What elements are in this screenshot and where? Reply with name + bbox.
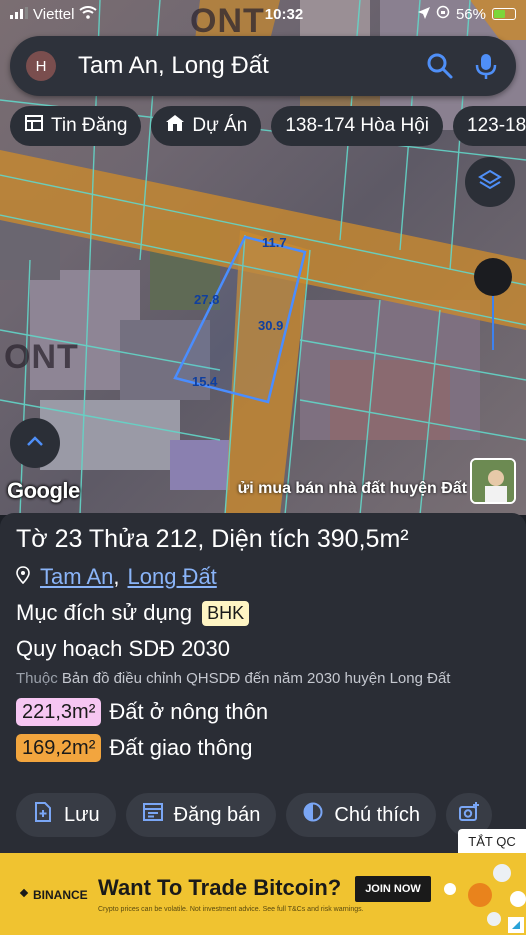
- microphone-icon[interactable]: [472, 52, 500, 80]
- location-link-ward[interactable]: Tam An: [40, 564, 113, 590]
- plot-dimension: 27.8: [194, 292, 220, 307]
- plot-dimension: 15.4: [192, 374, 218, 389]
- search-icon[interactable]: [426, 52, 454, 80]
- layers-button[interactable]: [465, 157, 515, 207]
- avatar[interactable]: H: [26, 51, 56, 81]
- map-attribution: Google: [7, 478, 80, 503]
- plan-source-text: Bản đồ điều chỉnh QHSDĐ đến năm 2030 huy…: [61, 670, 451, 687]
- zone-label: ONT: [4, 338, 79, 376]
- rotation-lock-icon: [436, 5, 450, 23]
- save-plus-icon: [32, 801, 54, 829]
- seller-thumbnail[interactable]: [470, 458, 516, 504]
- battery-percent: 56%: [455, 5, 486, 23]
- marquee-text: ửi mua bán nhà đất huyện Đất: [237, 480, 467, 497]
- search-input[interactable]: Tam An, Long Đất: [78, 52, 408, 80]
- save-button[interactable]: Lưu: [16, 793, 116, 837]
- ad-brand-name: BINANCE: [33, 887, 88, 902]
- chip-label: 138-174 Hòa Hội: [285, 115, 430, 136]
- carrier-name: Viettel: [33, 5, 75, 23]
- land-use-row: Mục đích sử dụng BHK: [16, 600, 510, 626]
- binance-logo-icon: [18, 887, 30, 902]
- ad-headline: Want To Trade Bitcoin?: [98, 875, 342, 900]
- post-for-sale-button[interactable]: Đăng bán: [125, 793, 277, 837]
- plan-label: Quy hoạch SDĐ 2030: [16, 636, 231, 661]
- plot-dimension: 30.9: [258, 318, 284, 333]
- clock: 10:32: [264, 5, 304, 23]
- action-buttons: Lưu Đăng bán Chú thích: [16, 793, 492, 837]
- close-ad-button[interactable]: TẮT QC: [458, 829, 526, 853]
- chevron-up-icon: [25, 434, 45, 453]
- parcel-location: Tam An , Long Đất: [16, 564, 510, 590]
- area-label: Đất ở nông thôn: [109, 699, 269, 724]
- parcel-info-panel: Tờ 23 Thửa 212, Diện tích 390,5m² Tam An…: [0, 513, 526, 853]
- ad-banner[interactable]: BINANCE Want To Trade Bitcoin? JOIN NOW …: [0, 853, 526, 935]
- battery-icon: [492, 8, 516, 20]
- plot-dimension: 11.7: [262, 235, 287, 250]
- post-for-sale-label: Đăng bán: [173, 803, 261, 826]
- area-label: Đất giao thông: [109, 735, 253, 760]
- legend-button[interactable]: Chú thích: [286, 793, 436, 837]
- house-icon: [165, 113, 185, 139]
- newspaper-icon: [24, 113, 44, 139]
- chip-du-an[interactable]: Dự Án: [151, 106, 262, 146]
- save-label: Lưu: [64, 803, 100, 826]
- ad-info-icon[interactable]: [508, 917, 524, 933]
- parcel-title: Tờ 23 Thửa 212, Diện tích 390,5m²: [16, 525, 409, 553]
- location-link-district[interactable]: Long Đất: [128, 564, 217, 590]
- map-pin-icon: [16, 564, 30, 590]
- plan-source-prefix: Thuộc: [16, 670, 58, 687]
- area-row: 169,2m² Đất giao thông: [16, 734, 510, 762]
- search-bar[interactable]: H Tam An, Long Đất: [10, 36, 516, 96]
- location-separator: ,: [113, 564, 120, 589]
- plan-source: Thuộc Bản đồ điều chỉnh QHSDĐ đến năm 20…: [16, 668, 510, 690]
- chip-label: Tin Đăng: [51, 115, 128, 136]
- filter-chips: Tin Đăng Dự Án 138-174 Hòa Hội 123-182: [10, 106, 526, 146]
- layers-icon: [478, 168, 502, 197]
- legend-label: Chú thích: [334, 803, 420, 826]
- chip-label: Dự Án: [192, 115, 248, 136]
- expand-panel-button[interactable]: [10, 418, 60, 468]
- legend-icon: [302, 801, 324, 829]
- status-bar: Viettel 10:32 56%: [0, 0, 526, 28]
- land-use-badge: BHK: [202, 600, 250, 626]
- chip-hoa-hoi[interactable]: 138-174 Hòa Hội: [271, 106, 444, 146]
- opacity-slider-handle[interactable]: [474, 258, 512, 296]
- land-use-label: Mục đích sử dụng: [16, 600, 193, 625]
- ad-brand: BINANCE: [18, 887, 88, 902]
- area-row: 221,3m² Đất ở nông thôn: [16, 698, 510, 726]
- ad-fine-print: Crypto prices can be volatile. Not inves…: [98, 906, 364, 913]
- wifi-icon: [79, 5, 98, 23]
- ad-cta-button[interactable]: JOIN NOW: [355, 876, 431, 902]
- area-value: 169,2m²: [16, 734, 102, 762]
- add-photo-icon: [458, 801, 480, 829]
- area-value: 221,3m²: [16, 698, 102, 726]
- chip-more[interactable]: 123-182: [453, 106, 526, 146]
- signal-icon: [10, 6, 28, 23]
- location-arrow-icon: [417, 6, 430, 23]
- chip-label: 123-182: [467, 115, 526, 136]
- listing-icon: [142, 801, 164, 829]
- chip-tin-dang[interactable]: Tin Đăng: [10, 106, 142, 146]
